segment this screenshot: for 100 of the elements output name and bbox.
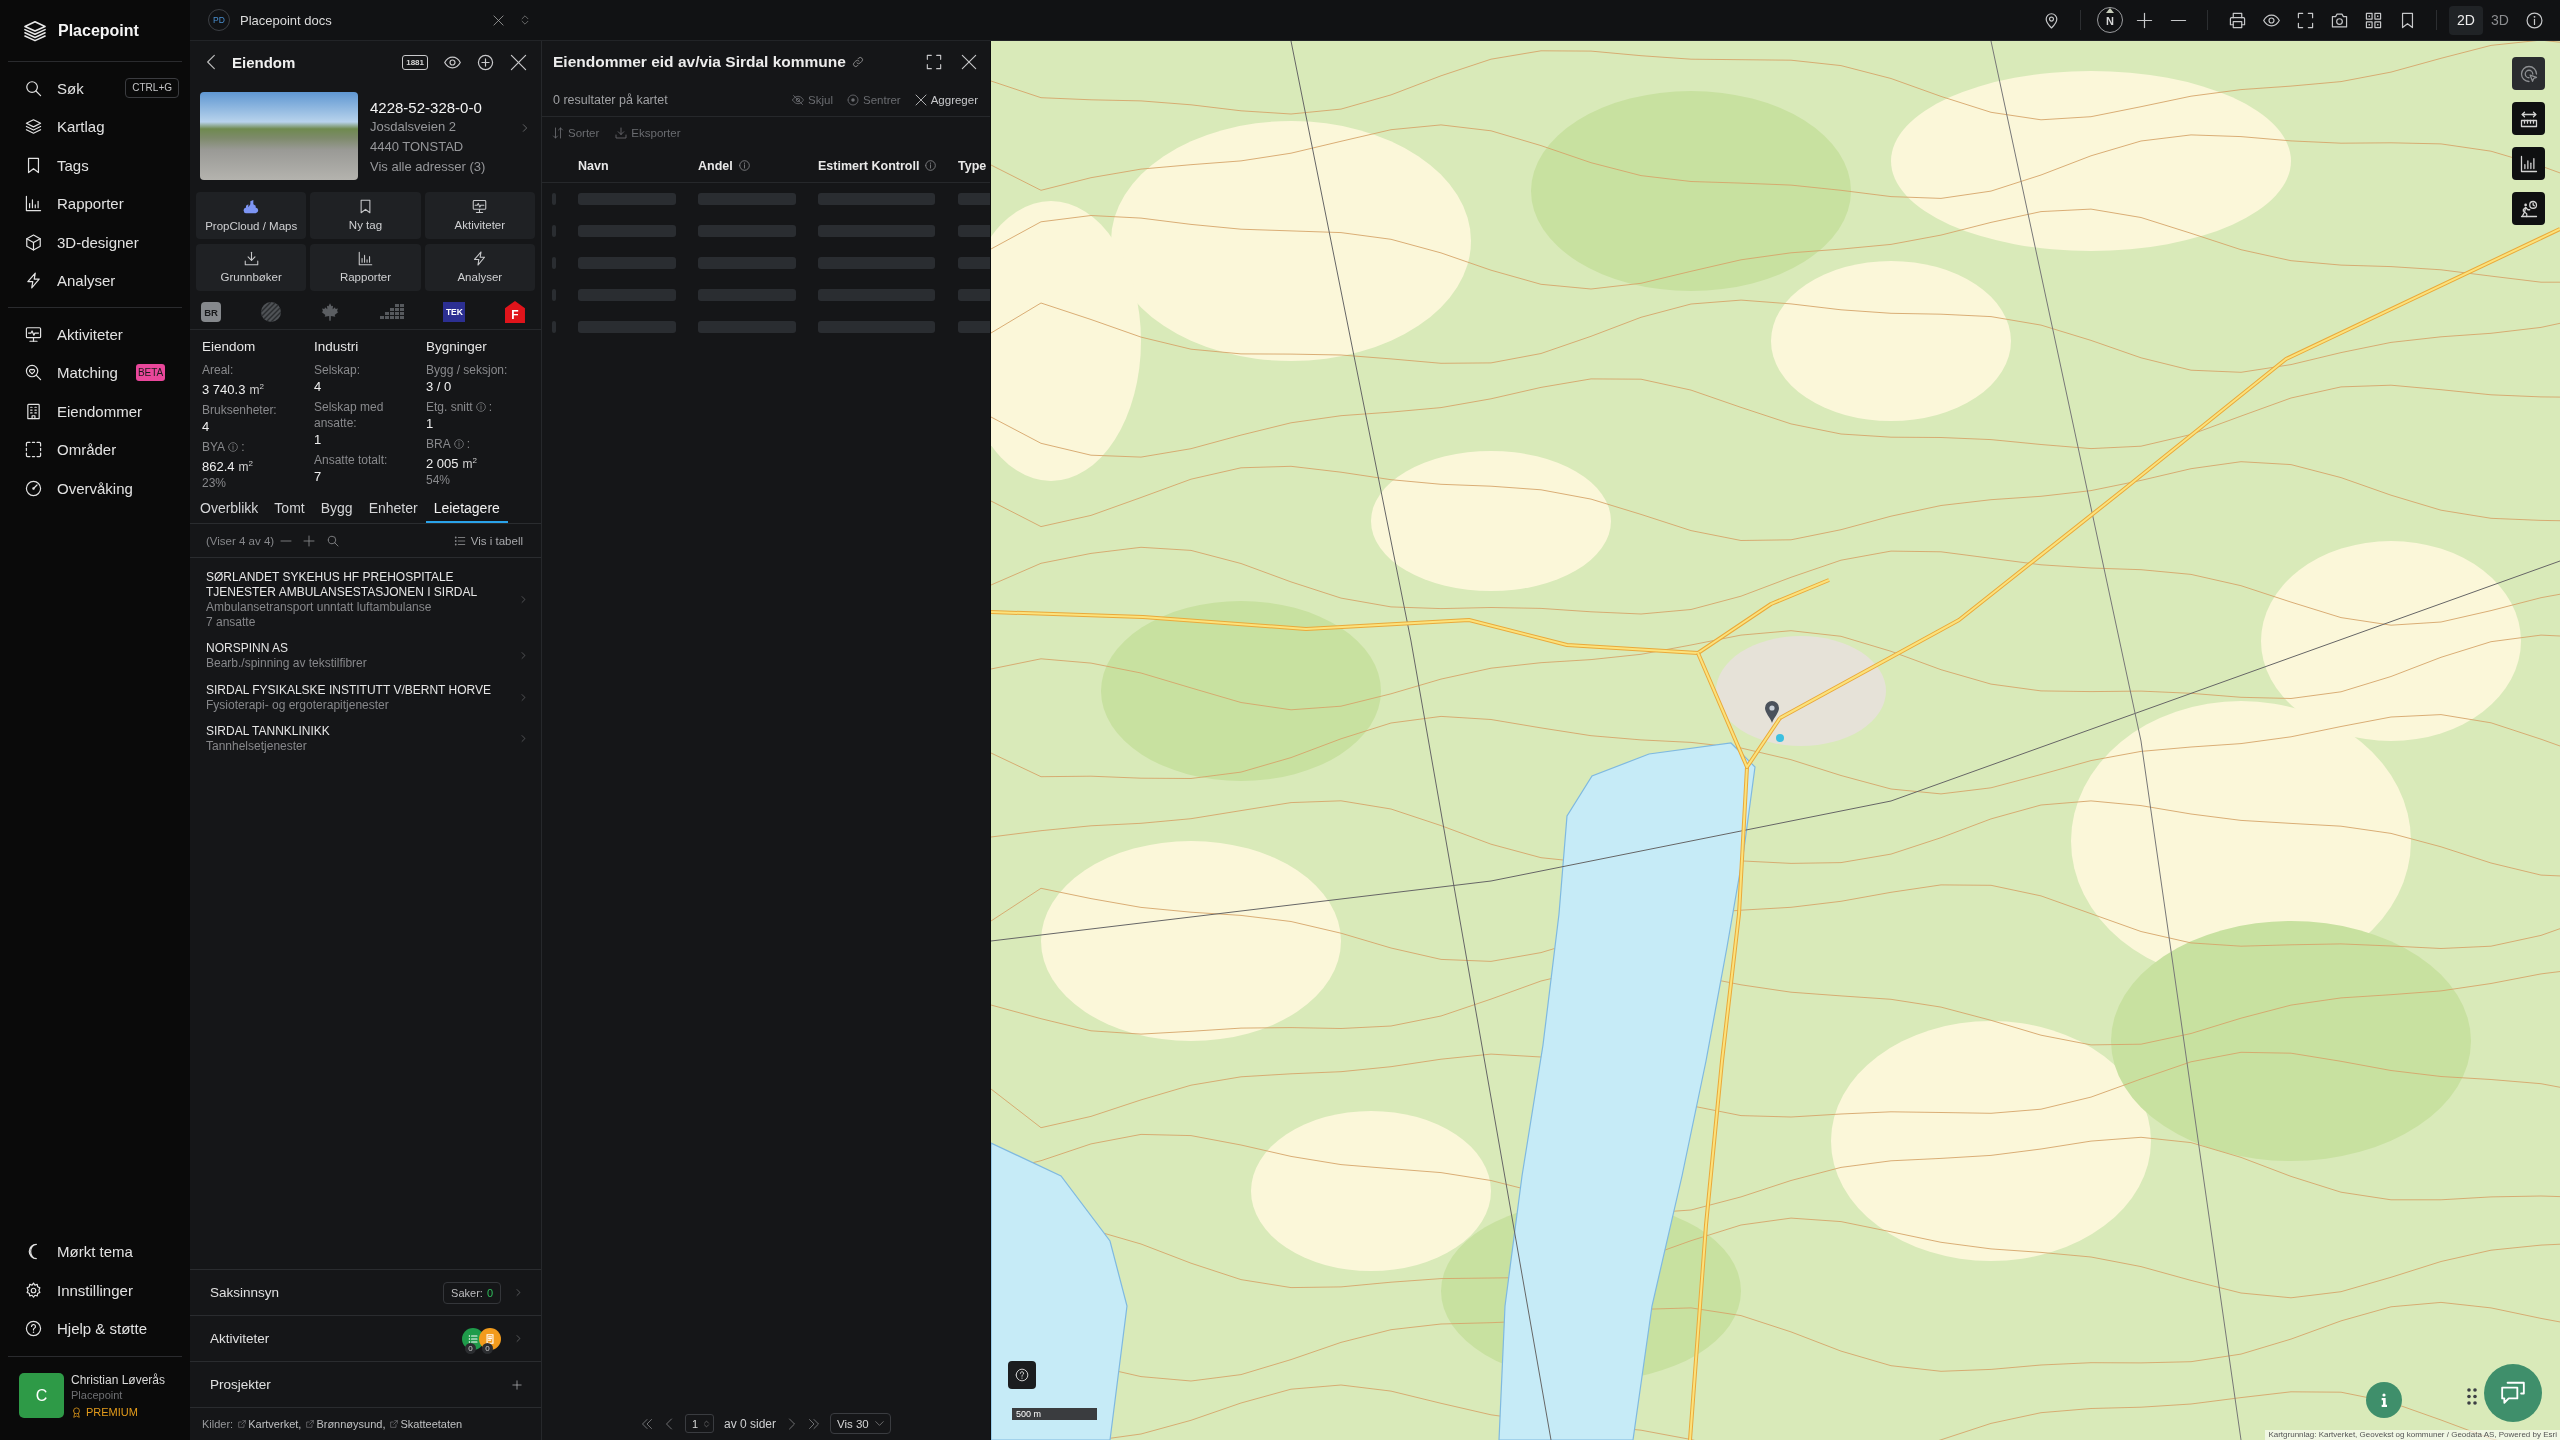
panel-title: Eiendom [232,53,296,71]
printer-icon[interactable] [2228,11,2246,29]
nav-item[interactable]: Rapporter [25,195,124,213]
cases-counter[interactable]: Saker: 0 [443,1281,501,1304]
column-header[interactable]: Type [958,158,987,173]
action-button[interactable]: Ny tag [310,192,421,239]
view-mode-tab[interactable]: 2D [2449,5,2483,35]
user-name: Christian Løverås [71,1373,166,1388]
crosshair-icon[interactable] [477,53,494,71]
action-button[interactable]: PropCloud / Maps [196,192,307,239]
section-title[interactable]: Saksinnsyn [210,1285,280,1300]
nav-item[interactable]: Overvåking [25,479,133,497]
addresses-link[interactable]: Vis alle adresser (3) [370,157,486,177]
photo-placeholder[interactable] [200,92,358,180]
map-tool-button[interactable] [2512,102,2545,135]
column-header[interactable]: Navn [578,158,609,173]
nav-item[interactable]: Søk [25,79,84,97]
tenant-name[interactable]: SIRDAL TANNKLINIKK [206,724,330,739]
map-tool-button[interactable] [2512,147,2545,180]
action-button[interactable]: Grunnbøker [196,244,307,291]
download-icon [615,127,628,139]
tenant-industry: Fysioterapi- og ergoterapitjenester [206,697,389,712]
stat-label: Selskap: [314,362,361,378]
stat-value: 2 005 [426,455,459,473]
table-view-button[interactable]: Vis i tabell [453,534,523,547]
nav-item[interactable]: Analyser [25,272,116,290]
tenant-name[interactable]: SØRLANDET SYKEHUS HF PREHOSPITALE TJENESTER AMBULANSESTASJONEN I SIRDAL [206,570,512,600]
double-chevron-left-icon[interactable] [641,1417,653,1430]
source-link[interactable]: Skatteetaten [390,1418,463,1430]
tek-logo[interactable]: TEK [443,302,466,322]
search-icon[interactable] [327,534,340,547]
fullscreen-icon[interactable] [2296,11,2314,29]
cases-count: 0 [486,1286,493,1299]
close-icon[interactable] [510,53,527,71]
source-link[interactable]: Brønnøysund, [306,1418,386,1430]
nav-item[interactable]: Aktiviteter [25,325,123,343]
br-logo[interactable]: BR [201,302,221,322]
map-pin-icon[interactable] [1765,701,1779,723]
nav-item[interactable]: Kartlag [25,118,105,136]
double-chevron-right-icon[interactable] [808,1417,820,1430]
tenant-name[interactable]: SIRDAL FYSIKALSKE INSTITUTT V/BERNT HORVE [206,682,491,698]
column-header[interactable]: Estimert Kontroll [818,158,920,173]
chevron-updown-icon[interactable] [520,14,530,26]
action-button[interactable]: Rapporter [310,244,421,291]
plus-icon[interactable] [2135,11,2153,29]
result-count: 0 resultater på kartet [553,92,668,107]
fullscreen-icon[interactable] [926,54,942,70]
stat-value: 862.4 [202,458,235,476]
tab[interactable]: Bygg [312,494,361,523]
close-icon[interactable] [961,54,977,70]
nav-item[interactable]: Hjelp & støtte [25,1320,148,1338]
action-button[interactable]: Analyser [424,244,535,291]
maple-leaf-icon[interactable] [320,302,341,322]
house-logo[interactable]: F [504,301,525,323]
nav-item[interactable]: Innstillinger [25,1281,133,1299]
tab[interactable]: Enheter [360,494,426,523]
stat-share: 23% [202,476,228,490]
stat-label: : [488,399,493,415]
page-size-select[interactable]: Vis 30 [830,1413,891,1434]
nav-item[interactable]: 3D-designer [25,233,139,251]
section-title[interactable]: Prosjekter [210,1377,271,1392]
nav-item[interactable]: Eiendommer [25,402,143,420]
nav-item[interactable]: Områder [25,441,117,459]
document-badge-icon[interactable] [479,1327,501,1350]
source-link[interactable]: Kartverket, [238,1418,302,1430]
map-tool-button[interactable] [2512,192,2545,225]
tab[interactable]: Leietagere [425,494,508,523]
action-button[interactable]: Aktiviteter [424,192,535,239]
nav-item[interactable]: Matching [25,364,118,382]
cube-icon [25,233,42,251]
directory-logo[interactable]: 1881 [402,54,428,70]
section-title[interactable]: Aktiviteter [210,1331,270,1346]
camera-icon[interactable] [2330,11,2348,29]
stat-heading: Bygninger [426,338,488,356]
drag-handle-icon[interactable] [2467,1388,2477,1405]
page-input[interactable]: 1 [685,1414,714,1433]
bar-chart-icon [25,195,42,213]
column-header[interactable]: Andel [698,158,733,173]
monitor-pulse-icon [472,199,488,214]
tab[interactable]: Tomt [266,494,313,523]
striped-circle-icon[interactable] [260,302,281,322]
link-icon[interactable] [851,56,864,68]
close-icon[interactable] [493,14,504,26]
info-icon[interactable] [2525,11,2543,29]
tab[interactable]: Overblikk [192,494,267,523]
signal-bars-icon[interactable] [379,304,404,320]
workspace-title[interactable]: Placepoint docs [240,12,332,28]
qr-code-icon[interactable] [2364,11,2382,29]
view-mode-tab[interactable]: 3D [2483,5,2517,35]
help-icon [1015,1368,1029,1382]
nav-item[interactable]: Tags [25,156,89,174]
nav-item[interactable]: Mørkt tema [25,1243,133,1261]
tenant-name[interactable]: NORSPINN AS [206,641,289,656]
map-action-button[interactable]: Aggreger [914,93,978,106]
stat-label: BRA [426,436,451,452]
chat-icon [2500,1380,2526,1406]
scale-bar: 500 m [1012,1408,1097,1420]
help-button[interactable] [1008,1361,1036,1389]
stat-unit: m$^{2}$ [249,381,264,399]
user-avatar[interactable]: C [19,1373,64,1418]
